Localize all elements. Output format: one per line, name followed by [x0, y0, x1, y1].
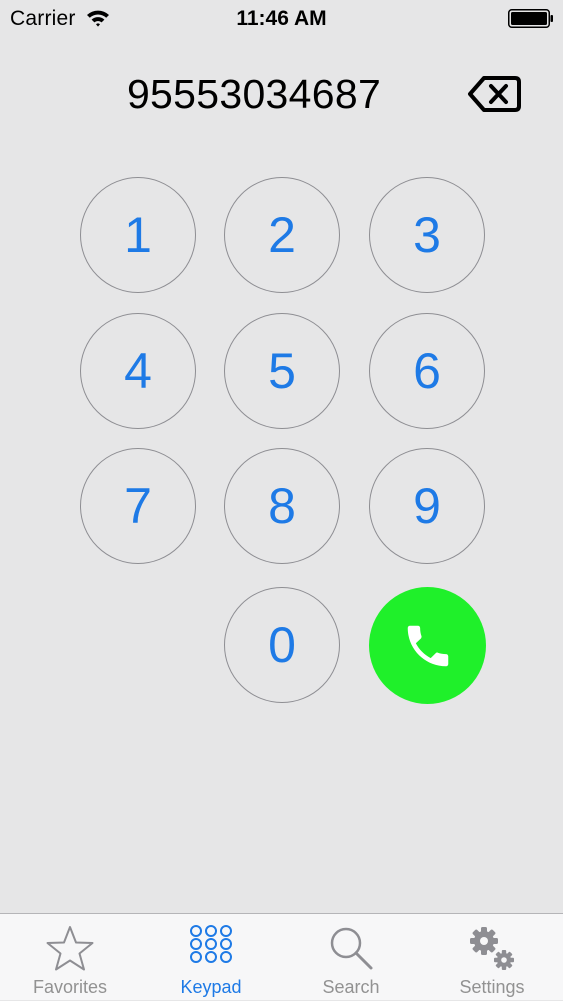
tab-search-label: Search [322, 977, 380, 997]
gear-icon [470, 927, 514, 970]
tab-favorites[interactable]: Favorites [0, 914, 140, 1001]
keypad-icon [190, 925, 232, 963]
key-9[interactable]: 9 [369, 448, 485, 564]
phone-icon [407, 625, 448, 666]
star-icon [46, 926, 94, 971]
backspace-button[interactable] [466, 72, 522, 116]
tab-bar: Favorites Keypad Search Settings [0, 913, 563, 1000]
tab-favorites-label: Favorites [32, 977, 108, 997]
search-icon [330, 927, 373, 970]
key-0[interactable]: 0 [224, 587, 340, 703]
call-button[interactable] [369, 587, 486, 704]
dialed-number: 95553034687 [126, 71, 382, 117]
tab-search[interactable]: Search [281, 914, 421, 1001]
tab-keypad[interactable]: Keypad [141, 914, 281, 1001]
status-time: 11:46 AM [236, 7, 327, 30]
key-7[interactable]: 7 [80, 448, 196, 564]
key-1[interactable]: 1 [80, 177, 196, 293]
key-5[interactable]: 5 [224, 313, 340, 429]
key-2[interactable]: 2 [224, 177, 340, 293]
status-bar: Carrier 11:46 AM [0, 0, 563, 38]
battery-icon [508, 9, 553, 28]
backspace-icon [468, 76, 521, 112]
key-6[interactable]: 6 [369, 313, 485, 429]
tab-settings[interactable]: Settings [422, 914, 562, 1001]
key-8[interactable]: 8 [224, 448, 340, 564]
key-3[interactable]: 3 [369, 177, 485, 293]
tab-keypad-label: Keypad [180, 977, 242, 997]
tab-settings-label: Settings [459, 977, 525, 997]
key-4[interactable]: 4 [80, 313, 196, 429]
